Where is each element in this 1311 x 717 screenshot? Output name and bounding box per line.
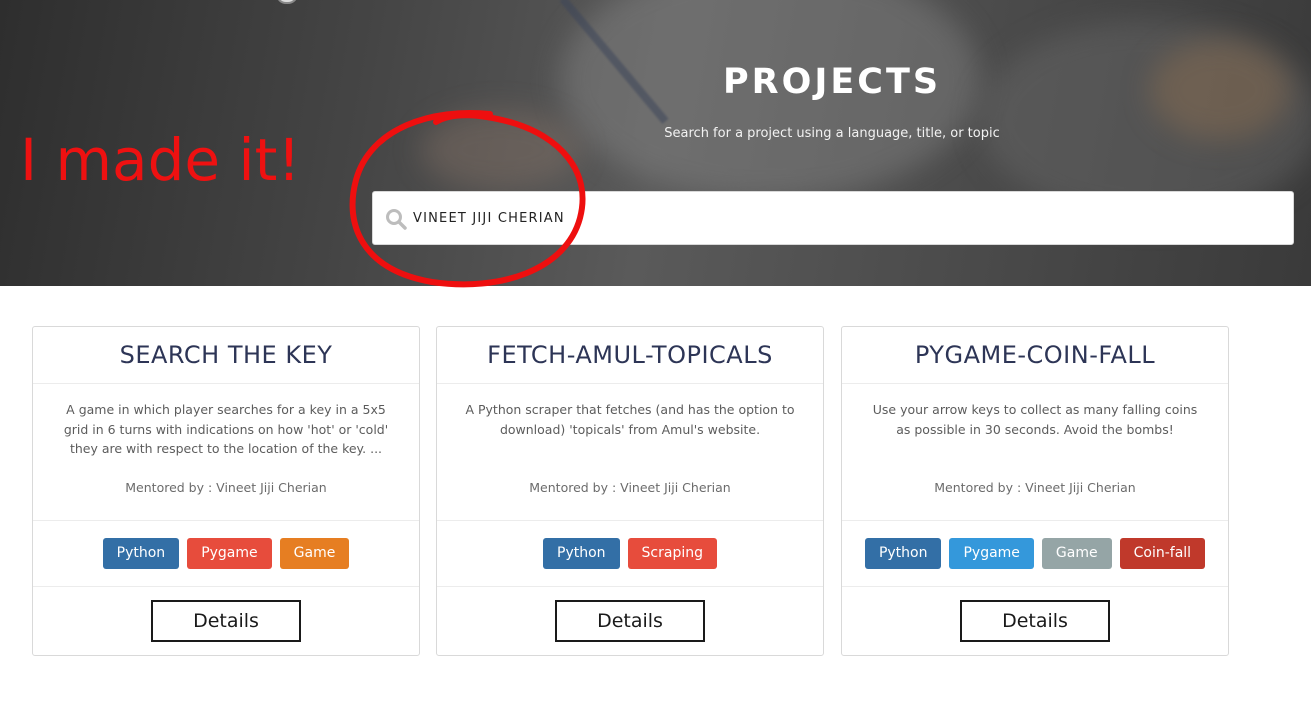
card-mentor: Mentored by : Vineet Jiji Cherian [934, 480, 1136, 495]
card-description: A game in which player searches for a ke… [63, 402, 389, 456]
card-description: A Python scraper that fetches (and has t… [465, 402, 795, 437]
project-card: PYGAME-COIN-FALL Use your arrow keys to … [841, 326, 1229, 656]
background-blur [1150, 40, 1290, 140]
card-footer: Details [33, 587, 419, 655]
annotation-text: I made it! [20, 126, 301, 194]
card-description: Use your arrow keys to collect as many f… [872, 402, 1198, 437]
project-card: FETCH-AMUL-TOPICALS A Python scraper tha… [436, 326, 824, 656]
card-footer: Details [842, 587, 1228, 655]
tag-python[interactable]: Python [864, 538, 942, 569]
tag-list: Python Pygame Game Coin-fall [842, 521, 1228, 587]
details-button[interactable]: Details [151, 600, 301, 642]
tag-game[interactable]: Game [1041, 538, 1112, 569]
tag-coin-fall[interactable]: Coin-fall [1119, 538, 1206, 569]
card-body: A Python scraper that fetches (and has t… [437, 384, 823, 521]
card-footer: Details [437, 587, 823, 655]
page-title: PROJECTS [722, 62, 942, 102]
annotation-circle [349, 110, 586, 288]
tag-python[interactable]: Python [543, 538, 620, 569]
tag-list: Python Scraping [437, 521, 823, 587]
logo-icon[interactable] [276, 0, 298, 4]
card-mentor: Mentored by : Vineet Jiji Cherian [529, 480, 731, 495]
card-body: A game in which player searches for a ke… [33, 384, 419, 521]
project-card: SEARCH THE KEY A game in which player se… [32, 326, 420, 656]
tag-python[interactable]: Python [102, 538, 180, 569]
tag-pygame[interactable]: Pygame [187, 538, 272, 569]
card-title[interactable]: PYGAME-COIN-FALL [842, 327, 1228, 384]
card-title[interactable]: SEARCH THE KEY [33, 327, 419, 384]
details-button[interactable]: Details [960, 600, 1110, 642]
tag-scraping[interactable]: Scraping [627, 538, 717, 569]
tag-game[interactable]: Game [279, 538, 350, 569]
details-button[interactable]: Details [555, 600, 705, 642]
card-mentor: Mentored by : Vineet Jiji Cherian [125, 480, 327, 495]
tag-list: Python Pygame Game [33, 521, 419, 587]
card-body: Use your arrow keys to collect as many f… [842, 384, 1228, 521]
tag-pygame[interactable]: Pygame [949, 538, 1034, 569]
page-subtitle: Search for a project using a language, t… [664, 126, 1000, 141]
card-title[interactable]: FETCH-AMUL-TOPICALS [437, 327, 823, 384]
